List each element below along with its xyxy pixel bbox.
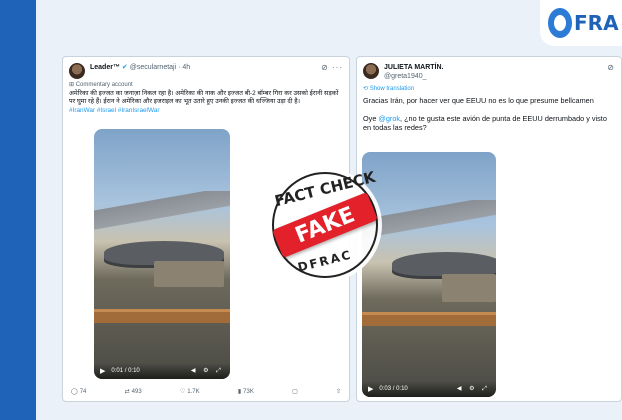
- tweet-hashtags[interactable]: #IranWar #Israel #IranIsraelWar: [63, 106, 349, 115]
- tweet-card-right[interactable]: JULIETA MARTÍN. @greta1940_ ⊘ ⟲ Show tra…: [356, 56, 622, 402]
- repost-count: 493: [131, 388, 142, 395]
- video-control-icons[interactable]: ◀ ⚙ ⤢: [457, 385, 490, 393]
- truck-shape: [442, 274, 496, 302]
- play-icon[interactable]: ▶: [100, 367, 105, 375]
- tweet-text-1: Gracias Irán, por hacer ver que EEUU no …: [363, 96, 594, 105]
- bookmark-button[interactable]: ▢: [292, 388, 298, 395]
- translate-icon: ⟲: [363, 86, 369, 92]
- mountain-shape: [94, 191, 230, 231]
- views-button[interactable]: ▮ 73K: [237, 388, 254, 396]
- dfrac-logo: FRA: [540, 0, 622, 46]
- like-count: 1.7K: [187, 388, 200, 395]
- like-icon: ♡: [179, 389, 186, 395]
- bridge-railing: [362, 312, 496, 326]
- truck-shape: [154, 261, 224, 287]
- commentary-text: Commentary account: [75, 82, 133, 88]
- tweet-header: JULIETA MARTÍN. @greta1940_ ⊘: [357, 57, 621, 83]
- video-time: 0:03 / 0:10: [379, 386, 408, 392]
- tweet-menu[interactable]: ⊘ ···: [321, 63, 343, 72]
- repost-icon: ⇄: [124, 389, 130, 395]
- like-button[interactable]: ♡ 1.7K: [179, 388, 200, 396]
- video-controls[interactable]: ▶ 0:03 / 0:10 ◀ ⚙ ⤢: [362, 381, 496, 397]
- reply-icon: ◯: [71, 389, 78, 395]
- grok-icon[interactable]: ⊘: [607, 63, 615, 72]
- text-suffix: , ¿no te gusta este avión de punta de EE…: [363, 113, 607, 133]
- video-controls[interactable]: ▶ 0:01 / 0:10 ◀ ⚙ ⤢: [94, 363, 230, 379]
- more-icon[interactable]: ···: [332, 63, 343, 72]
- tweet-header: Leader™ ✔ @secularnetaji · 4h ⊘ ···: [63, 57, 349, 81]
- fact-check-stamp: FACT CHECK FAKE DFRAC: [268, 168, 382, 282]
- reply-count: 74: [79, 388, 87, 395]
- author-name[interactable]: Leader™: [90, 64, 120, 71]
- verified-icon: ✔: [121, 64, 128, 71]
- grok-icon[interactable]: ⊘: [321, 63, 329, 72]
- mention-link[interactable]: @grok: [378, 114, 400, 123]
- repost-button[interactable]: ⇄ 493: [124, 388, 142, 396]
- reply-button[interactable]: ◯ 74: [71, 388, 87, 396]
- translation-text[interactable]: Show translation: [370, 86, 414, 92]
- tweet-video[interactable]: ▶ 0:03 / 0:10 ◀ ⚙ ⤢: [362, 152, 496, 397]
- commentary-icon: ⊞: [69, 82, 75, 88]
- author-handle[interactable]: @greta1940_: [384, 72, 444, 81]
- logo-text: FRA: [574, 11, 619, 35]
- logo-mark-icon: [548, 8, 572, 38]
- views-icon: ▮: [237, 389, 242, 395]
- video-time: 0:01 / 0:10: [111, 368, 140, 374]
- text-prefix: Oye: [363, 113, 379, 123]
- avatar[interactable]: [69, 63, 85, 79]
- tweet-text-2: Oye @grok, ¿no te gusta este avión de pu…: [357, 106, 621, 133]
- video-control-icons[interactable]: ◀ ⚙ ⤢: [191, 367, 224, 375]
- tweet-author: Leader™ ✔ @secularnetaji · 4h: [90, 63, 190, 72]
- bridge-railing: [94, 309, 230, 323]
- share-icon: ⇧: [335, 389, 341, 395]
- share-button[interactable]: ⇧: [336, 388, 341, 395]
- tweet-video[interactable]: ▶ 0:01 / 0:10 ◀ ⚙ ⤢: [94, 129, 230, 379]
- tweet-actions: ◯ 74 ⇄ 493 ♡ 1.7K ▮ 73K ▢ ⇧: [63, 388, 349, 396]
- author-handle[interactable]: @secularnetaji · 4h: [130, 64, 190, 71]
- avatar[interactable]: [363, 63, 379, 79]
- commentary-label: ⊞ Commentary account: [63, 81, 349, 88]
- play-icon[interactable]: ▶: [368, 385, 373, 393]
- tweet-author: JULIETA MARTÍN. @greta1940_: [384, 63, 444, 81]
- translation-link[interactable]: ⟲ Show translation: [357, 83, 621, 92]
- aircraft-shape: [392, 252, 496, 276]
- author-name[interactable]: JULIETA MARTÍN.: [384, 63, 444, 72]
- bookmark-icon: ▢: [292, 389, 298, 395]
- mountain-shape: [362, 200, 496, 240]
- view-count: 73K: [243, 388, 254, 395]
- tweet-text: अमेरिका की इज्जत का जनाज़ा निकल रहा है। …: [69, 90, 339, 105]
